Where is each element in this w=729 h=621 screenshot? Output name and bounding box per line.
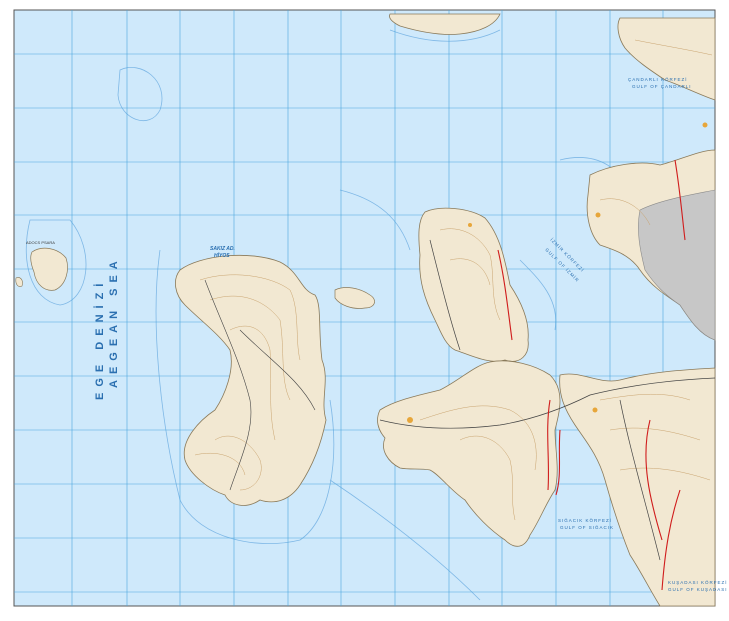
chios-label-en: HİYOS (214, 252, 230, 259)
psara-label: ADOCS PSARA (26, 240, 55, 245)
candarli-gulf-label-en: GULF OF ÇANDARLI (632, 84, 692, 89)
sea-label-en: AEGEAN SEA (108, 255, 120, 388)
sigacik-gulf-label-en: GULF OF SIĞACIK (560, 524, 614, 530)
sigacik-gulf-label-tr: SIĞACIK KÖRFEZİ (558, 517, 612, 523)
candarli-gulf-label-tr: ÇANDARLI KÖRFEZİ (628, 76, 688, 82)
kusadasi-gulf-label-tr: KUŞADASI KÖRFEZİ (668, 579, 728, 585)
kusadasi-gulf-label-en: GULF OF KUŞADASI (668, 587, 728, 592)
chios-label-tr: SAKIZ AD. (210, 246, 235, 252)
sea-label-tr: EGE DENİZİ (93, 278, 106, 400)
topographic-map[interactable]: EGE DENİZİ AEGEAN SEA SAKIZ AD. HİYOS AD… (0, 0, 729, 621)
